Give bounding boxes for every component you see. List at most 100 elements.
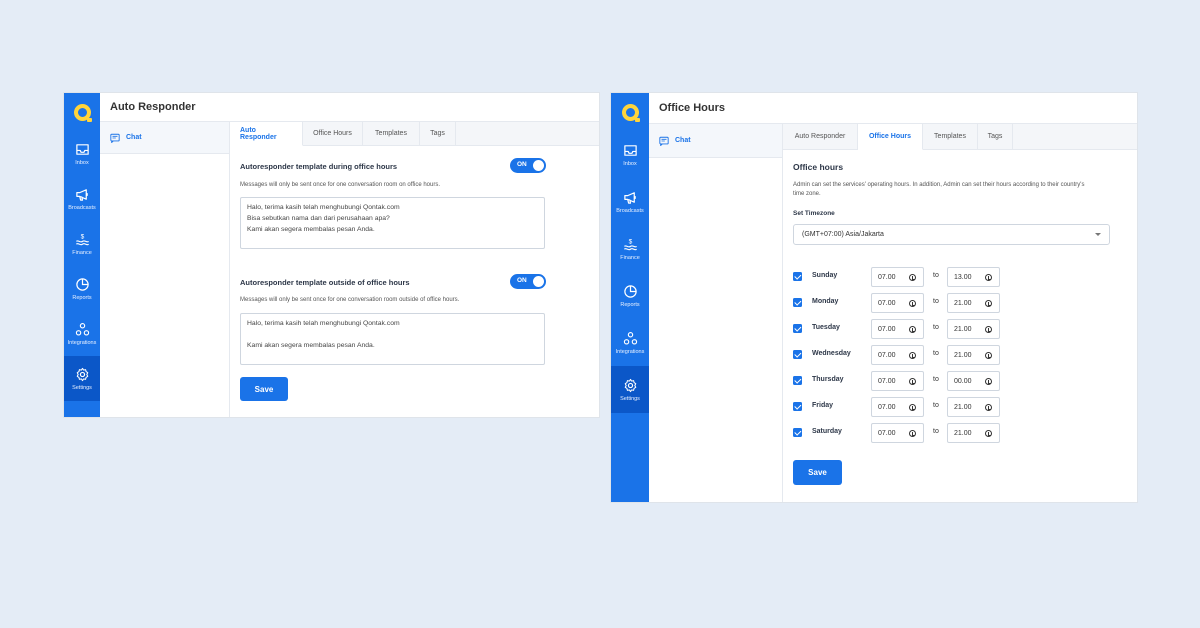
clock-icon <box>909 326 916 333</box>
message-line: Bisa sebutkan nama dan dari perusahaan a… <box>247 215 390 222</box>
gear-icon <box>75 367 90 382</box>
time-to-input[interactable]: 21.00 <box>947 397 1000 417</box>
tab-auto-responder[interactable]: Auto Responder <box>230 122 303 146</box>
sidebar-item-finance[interactable]: Finance <box>611 225 649 272</box>
clock-icon <box>909 378 916 385</box>
sidebar-item-settings[interactable]: Settings <box>611 366 649 413</box>
day-row-sunday: Sunday 07.00 to 13.00 <box>793 267 1093 287</box>
time-from-input[interactable]: 07.00 <box>871 319 924 339</box>
message-line: Halo, terima kasih telah menghubungi Qon… <box>247 320 400 327</box>
sidebar-item-label: Reports <box>72 294 92 301</box>
day-row-thursday: Thursday 07.00 to 00.00 <box>793 371 1093 391</box>
office-hours-description: Admin can set the services' operating ho… <box>793 182 1085 197</box>
dollar-icon <box>623 237 638 252</box>
time-from-input[interactable]: 07.00 <box>871 293 924 313</box>
tab-auto-responder[interactable]: Auto Responder <box>783 124 858 149</box>
section-title-outside-hours: Autoresponder template outside of office… <box>240 278 410 287</box>
timezone-select[interactable]: (GMT+07:00) Asia/Jakarta <box>793 224 1110 245</box>
time-to-input[interactable]: 13.00 <box>947 267 1000 287</box>
day-checkbox[interactable] <box>793 298 802 307</box>
time-to-input[interactable]: 00.00 <box>947 371 1000 391</box>
section-desc-outside-hours: Messages will only be sent once for one … <box>240 297 460 303</box>
tab-templates[interactable]: Templates <box>923 124 978 149</box>
channel-item-chat[interactable]: Chat <box>100 122 229 154</box>
time-to-input[interactable]: 21.00 <box>947 319 1000 339</box>
sidebar-item-finance[interactable]: Finance <box>64 221 100 266</box>
day-name: Monday <box>812 298 839 305</box>
save-button[interactable]: Save <box>240 377 288 401</box>
clock-icon <box>985 274 992 281</box>
timezone-value: (GMT+07:00) Asia/Jakarta <box>802 231 884 238</box>
sidebar-item-reports[interactable]: Reports <box>64 266 100 311</box>
to-label: to <box>933 298 939 305</box>
megaphone-icon <box>623 190 638 205</box>
message-line: Kami akan segera membalas pesan Anda. <box>247 342 375 349</box>
toggle-knob <box>533 276 544 287</box>
tab-templates[interactable]: Templates <box>363 122 420 145</box>
sidebar-item-broadcasts[interactable]: Broadcasts <box>611 178 649 225</box>
sidebar-item-integrations[interactable]: Integrations <box>64 311 100 356</box>
time-from-input[interactable]: 07.00 <box>871 345 924 365</box>
sidebar: Inbox Broadcasts Finance Reports Integra… <box>611 93 649 502</box>
section-desc-during-hours: Messages will only be sent once for one … <box>240 182 440 188</box>
to-label: to <box>933 272 939 279</box>
sidebar-item-reports[interactable]: Reports <box>611 272 649 319</box>
pie-chart-icon <box>75 277 90 292</box>
chat-icon <box>110 133 120 143</box>
time-from-input[interactable]: 07.00 <box>871 267 924 287</box>
pie-chart-icon <box>623 284 638 299</box>
inbox-icon <box>623 143 638 158</box>
tab-office-hours[interactable]: Office Hours <box>858 124 923 150</box>
tab-tags[interactable]: Tags <box>420 122 456 145</box>
clock-icon <box>909 404 916 411</box>
message-textarea-during-hours[interactable]: Halo, terima kasih telah menghubungi Qon… <box>240 197 545 249</box>
day-checkbox[interactable] <box>793 350 802 359</box>
message-textarea-outside-hours[interactable]: Halo, terima kasih telah menghubungi Qon… <box>240 313 545 365</box>
day-checkbox[interactable] <box>793 324 802 333</box>
day-checkbox[interactable] <box>793 376 802 385</box>
timezone-label: Set Timezone <box>793 210 835 217</box>
day-row-monday: Monday 07.00 to 21.00 <box>793 293 1093 313</box>
time-to-input[interactable]: 21.00 <box>947 423 1000 443</box>
time-from-input[interactable]: 07.00 <box>871 423 924 443</box>
day-checkbox[interactable] <box>793 402 802 411</box>
tab-office-hours[interactable]: Office Hours <box>303 122 363 145</box>
channel-item-chat[interactable]: Chat <box>649 124 782 158</box>
day-name: Tuesday <box>812 324 840 331</box>
time-value: 07.00 <box>878 273 896 281</box>
toggle-outside-hours[interactable]: ON <box>510 274 546 289</box>
day-row-tuesday: Tuesday 07.00 to 21.00 <box>793 319 1093 339</box>
save-button[interactable]: Save <box>793 460 842 485</box>
time-to-input[interactable]: 21.00 <box>947 345 1000 365</box>
section-title-during-hours: Autoresponder template during office hou… <box>240 162 398 171</box>
office-hours-window: Inbox Broadcasts Finance Reports Integra… <box>610 92 1138 503</box>
time-from-input[interactable]: 07.00 <box>871 397 924 417</box>
sidebar-item-label: Broadcasts <box>616 207 644 214</box>
tab-tags[interactable]: Tags <box>978 124 1013 149</box>
day-row-wednesday: Wednesday 07.00 to 21.00 <box>793 345 1093 365</box>
day-checkbox[interactable] <box>793 428 802 437</box>
toggle-during-hours[interactable]: ON <box>510 158 546 173</box>
time-value: 07.00 <box>878 351 896 359</box>
sidebar-item-inbox[interactable]: Inbox <box>611 131 649 178</box>
sidebar-item-label: Reports <box>620 301 640 308</box>
to-label: to <box>933 402 939 409</box>
inbox-icon <box>75 142 90 157</box>
day-name: Thursday <box>812 376 844 383</box>
sidebar: Inbox Broadcasts Finance Reports Integra… <box>64 93 100 417</box>
integrations-icon <box>75 322 90 337</box>
clock-icon <box>909 352 916 359</box>
time-from-input[interactable]: 07.00 <box>871 371 924 391</box>
sidebar-item-broadcasts[interactable]: Broadcasts <box>64 176 100 221</box>
channel-label: Chat <box>126 134 142 141</box>
time-value: 21.00 <box>954 403 972 411</box>
sidebar-item-inbox[interactable]: Inbox <box>64 131 100 176</box>
qontak-logo[interactable] <box>611 93 649 131</box>
sidebar-item-integrations[interactable]: Integrations <box>611 319 649 366</box>
time-to-input[interactable]: 21.00 <box>947 293 1000 313</box>
auto-responder-window: Inbox Broadcasts Finance Reports Integra… <box>63 92 600 418</box>
page-title: Auto Responder <box>100 93 599 122</box>
qontak-logo[interactable] <box>64 93 100 131</box>
day-checkbox[interactable] <box>793 272 802 281</box>
sidebar-item-settings[interactable]: Settings <box>64 356 100 401</box>
